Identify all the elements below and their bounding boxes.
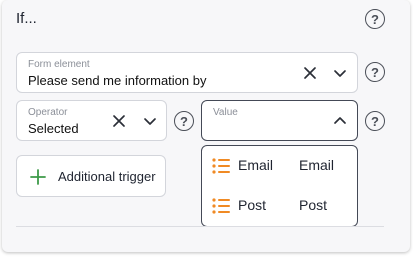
list-icon <box>211 197 231 215</box>
chevron-up-icon[interactable] <box>331 112 349 130</box>
option-value: Post <box>299 197 328 213</box>
option-label: Email <box>238 157 274 173</box>
value-select[interactable]: Value <box>201 100 358 141</box>
help-icon[interactable]: ? <box>174 111 194 131</box>
plus-icon <box>29 168 47 186</box>
operator-label: Operator <box>28 107 68 118</box>
clear-icon[interactable] <box>301 64 319 82</box>
form-element-value: Please send me information by <box>28 73 207 88</box>
condition-panel: If... ? Form element Please send me info… <box>2 0 410 252</box>
dropdown-option-post[interactable]: Post Post <box>202 186 357 226</box>
additional-trigger-button[interactable]: Additional trigger <box>16 155 166 197</box>
form-element-label: Form element <box>28 59 90 70</box>
chevron-down-icon[interactable] <box>331 64 349 82</box>
help-icon[interactable]: ? <box>365 111 385 131</box>
chevron-down-icon[interactable] <box>141 112 159 130</box>
clear-icon[interactable] <box>110 112 128 130</box>
operator-value: Selected <box>28 121 79 136</box>
panel-title: If... <box>16 10 37 27</box>
help-icon[interactable]: ? <box>365 9 385 29</box>
operator-select[interactable]: Operator Selected <box>16 100 167 141</box>
form-element-select[interactable]: Form element Please send me information … <box>16 52 358 93</box>
value-dropdown-menu: Email Email Post Post <box>201 145 358 227</box>
option-value: Email <box>299 157 335 173</box>
list-icon <box>211 157 231 175</box>
additional-trigger-label: Additional trigger <box>58 169 156 184</box>
help-icon[interactable]: ? <box>365 62 385 82</box>
value-placeholder: Value <box>213 107 238 118</box>
option-label: Post <box>238 197 267 213</box>
dropdown-option-email[interactable]: Email Email <box>202 146 357 186</box>
divider <box>16 226 384 227</box>
